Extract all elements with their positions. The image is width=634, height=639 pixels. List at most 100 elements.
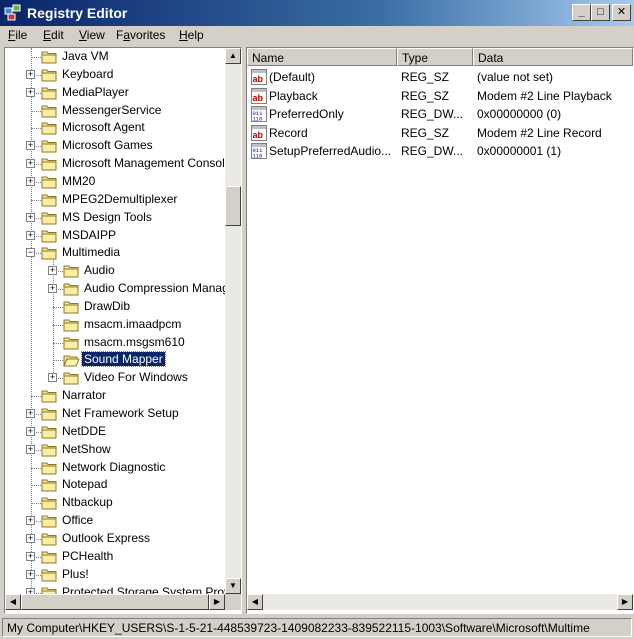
tree-item-microsoft-agent[interactable]: Microsoft Agent [5, 119, 225, 137]
tree-horizontal-scrollbar[interactable]: ◀ ▶ [5, 594, 225, 610]
value-row[interactable]: ab Record REG_SZ Modem #2 Line Record [247, 124, 633, 142]
values-list-pane[interactable]: Name Type Data ab (Default) REG_SZ (value n… [246, 47, 634, 614]
tree-item-microsoft-games[interactable]: + Microsoft Games [5, 137, 225, 155]
expand-icon[interactable]: + [26, 409, 35, 418]
tree-item-network-diagnostic[interactable]: Network Diagnostic [5, 459, 225, 477]
tree-connector-line [53, 306, 63, 308]
expand-icon[interactable]: + [26, 444, 35, 454]
maximize-button[interactable]: □ [591, 4, 610, 21]
folder-icon [41, 444, 57, 457]
folder-icon [41, 426, 57, 439]
values-scroll-right-button[interactable]: ▶ [617, 594, 633, 610]
tree-item-mm20[interactable]: + MM20 [5, 173, 225, 191]
tree-connector-line [31, 467, 41, 469]
tree-item-java-vm[interactable]: Java VM [5, 48, 225, 66]
tree-scroll-thumb[interactable] [225, 186, 241, 226]
tree-item-office[interactable]: + Office [5, 512, 225, 530]
tree-item-net-framework-setup[interactable]: + Net Framework Setup [5, 405, 225, 423]
tree-item-label: MM20 [62, 173, 96, 188]
tree-item-narrator[interactable]: Narrator [5, 387, 225, 405]
tree-item-label: Net Framework Setup [62, 406, 179, 420]
expand-icon[interactable]: + [26, 159, 35, 169]
scroll-corner [225, 594, 241, 610]
tree-item-mpeg2demultiplexer[interactable]: MPEG2Demultiplexer [5, 191, 225, 209]
tree-item-audio-compression-manager[interactable]: + Audio Compression Manager [5, 280, 225, 298]
expand-icon[interactable]: + [48, 266, 57, 276]
expand-icon[interactable]: + [26, 230, 35, 240]
tree-item-plus[interactable]: + Plus! [5, 566, 225, 584]
tree-item-notepad[interactable]: Notepad [5, 476, 225, 494]
tree-item-audio[interactable]: + Audio [5, 262, 225, 280]
expand-icon[interactable]: + [48, 284, 57, 294]
key-tree-pane[interactable]: Java VM + Keyboard + MediaPlayer MessengerSer… [4, 47, 242, 614]
folder-icon [41, 158, 57, 171]
tree-item-sound-mapper[interactable]: Sound Mapper [5, 351, 225, 369]
menu-edit[interactable]: Edit [43, 28, 64, 42]
tree-item-label: NetShow [62, 441, 111, 456]
tree-item-msdaipp[interactable]: + MSDAIPP [5, 227, 225, 245]
values-horizontal-scrollbar[interactable]: ◀ ▶ [247, 594, 633, 610]
tree-item-messengerservice[interactable]: MessengerService [5, 102, 225, 120]
expand-icon[interactable]: + [26, 516, 35, 526]
column-header-name[interactable]: Name [247, 48, 397, 66]
value-row[interactable]: ab (Default) REG_SZ (value not set) [247, 68, 633, 86]
expand-icon[interactable]: + [26, 426, 35, 436]
tree-item-video-for-windows[interactable]: + Video For Windows [5, 369, 225, 387]
expand-icon[interactable]: + [26, 569, 35, 579]
menu-favorites[interactable]: Favorites [116, 28, 165, 42]
column-header-data[interactable]: Data [473, 48, 633, 66]
tree-item-netshow[interactable]: + NetShow [5, 441, 225, 459]
expand-icon[interactable]: + [26, 551, 35, 561]
tree-item-multimedia[interactable]: − Multimedia [5, 244, 225, 262]
expand-icon[interactable]: + [26, 141, 35, 151]
scroll-right-button[interactable]: ▶ [209, 594, 225, 610]
tree-item-msacm-imaadpcm[interactable]: msacm.imaadpcm [5, 316, 225, 334]
value-row[interactable]: 011 110 SetupPreferredAudio... REG_DW... 0x0… [247, 142, 633, 160]
tree-vertical-scrollbar[interactable]: ▲ ▼ [225, 48, 241, 594]
expand-icon[interactable]: + [26, 87, 35, 97]
expand-icon[interactable]: + [26, 212, 35, 222]
folder-icon [41, 479, 57, 492]
menu-help[interactable]: Help [179, 28, 204, 42]
value-name: Record [269, 125, 308, 140]
tree-item-label: Sound Mapper [81, 351, 166, 368]
expand-icon[interactable]: + [26, 533, 35, 543]
tree-hscroll-thumb[interactable] [21, 594, 209, 610]
collapse-icon[interactable]: − [26, 248, 35, 258]
scroll-down-button[interactable]: ▼ [225, 578, 241, 594]
tree-item-label: Office [62, 513, 94, 528]
expand-icon[interactable]: + [26, 176, 35, 186]
menu-file[interactable]: File [8, 28, 27, 42]
value-row[interactable]: ab Playback REG_SZ Modem #2 Line Playback [247, 87, 633, 105]
tree-item-keyboard[interactable]: + Keyboard [5, 66, 225, 84]
expand-icon[interactable]: + [26, 69, 35, 79]
title-bar[interactable]: Registry Editor _ □ ✕ [0, 0, 634, 26]
tree-connector-line [31, 503, 41, 505]
tree-item-pchealth[interactable]: + PCHealth [5, 548, 225, 566]
folder-icon [41, 515, 57, 528]
values-scroll-left-button[interactable]: ◀ [247, 594, 263, 610]
folder-icon [63, 283, 79, 296]
value-row[interactable]: 011 110 PreferredOnly REG_DW... 0x00000000 (… [247, 105, 633, 123]
menu-view[interactable]: View [79, 28, 105, 42]
tree-item-label: MS Design Tools [62, 209, 152, 224]
tree-item-microsoft-management-console[interactable]: + Microsoft Management Console [5, 155, 225, 173]
tree-item-protected-storage-system-provider[interactable]: +Protected Storage System Provider [5, 584, 225, 594]
tree-item-mediaplayer[interactable]: + MediaPlayer [5, 84, 225, 102]
minimize-button[interactable]: _ [572, 4, 591, 21]
scroll-up-button[interactable]: ▲ [225, 48, 241, 64]
column-header-type[interactable]: Type [397, 48, 473, 66]
tree-item-netdde[interactable]: + NetDDE [5, 423, 225, 441]
folder-icon [63, 337, 79, 350]
tree-item-ntbackup[interactable]: Ntbackup [5, 494, 225, 512]
window-title: Registry Editor [27, 5, 128, 21]
close-button[interactable]: ✕ [612, 4, 631, 21]
tree-item-ms-design-tools[interactable]: + MS Design Tools [5, 209, 225, 227]
tree-item-drawdib[interactable]: DrawDib [5, 298, 225, 316]
folder-icon [41, 390, 57, 403]
tree-item-outlook-express[interactable]: + Outlook Express [5, 530, 225, 548]
expand-icon[interactable]: + [48, 373, 57, 383]
folder-icon [41, 551, 57, 564]
tree-item-msacm-msgsm610[interactable]: msacm.msgsm610 [5, 334, 225, 352]
scroll-left-button[interactable]: ◀ [5, 594, 21, 610]
